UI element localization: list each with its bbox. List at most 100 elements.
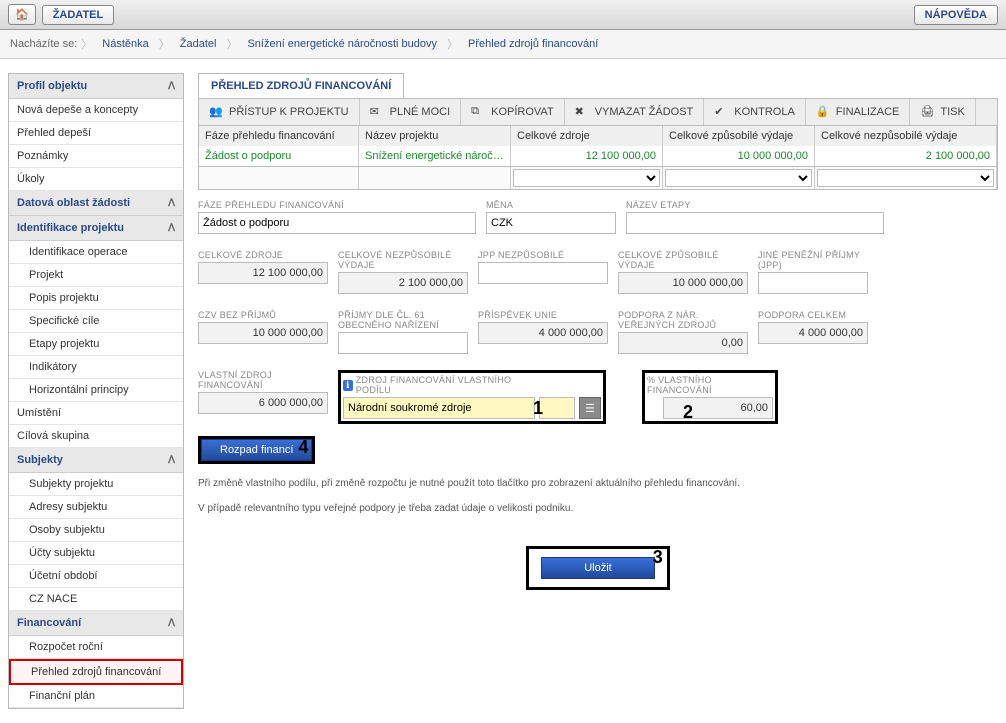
tb-kopirovat[interactable]: ⧉KOPÍROVAT <box>461 99 565 125</box>
home-button[interactable]: 🏠 <box>8 4 36 25</box>
side-popis[interactable]: Popis projektu <box>9 287 183 310</box>
inp-mena[interactable] <box>486 212 616 234</box>
tb-finalizace[interactable]: 🔒FINALIZACE <box>806 99 911 125</box>
inp-cnv <box>338 272 468 294</box>
side-hdr-ident[interactable]: Identifikace projektuᐱ <box>9 216 183 241</box>
lbl-cz: CELKOVÉ ZDROJE <box>198 250 328 260</box>
list-icon: ☰ <box>585 402 595 415</box>
inp-zfvp[interactable] <box>343 397 535 419</box>
side-etapy[interactable]: Etapy projektu <box>9 333 183 356</box>
grid-filters <box>198 167 998 190</box>
note-1: Při změně vlastního podílu, při změně ro… <box>198 478 998 489</box>
inp-pc <box>758 322 868 344</box>
info-icon: ℹ <box>343 380 353 391</box>
print-icon: 🖨 <box>920 105 934 119</box>
mark-3: 3 <box>653 547 663 568</box>
inp-cz <box>198 262 328 284</box>
lbl-pc: PODPORA CELKEM <box>758 310 868 320</box>
tb-tisk[interactable]: 🖨TISK <box>910 99 975 125</box>
side-subj-proj[interactable]: Subjekty projektu <box>9 473 183 496</box>
inp-jppn[interactable] <box>478 262 608 284</box>
zadatel-button[interactable]: ŽADATEL <box>42 5 115 25</box>
side-poznamky[interactable]: Poznámky <box>9 145 183 168</box>
gh-faze: Fáze přehledu financování <box>199 126 359 146</box>
crumb-nastenka[interactable]: Nástěnka <box>96 38 154 50</box>
side-cile[interactable]: Specifické cíle <box>9 310 183 333</box>
gh-nazev: Název projektu <box>359 126 511 146</box>
note-2: V případě relevantního typu veřejné podp… <box>198 503 998 514</box>
grid-row[interactable]: Žádost o podporu Snížení energetické nár… <box>198 146 998 167</box>
home-icon: 🏠 <box>15 9 29 21</box>
crumb-label: Nacházíte se: <box>10 38 77 50</box>
chevron-up-icon: ᐱ <box>168 81 175 92</box>
filter-cnv[interactable] <box>817 169 994 187</box>
inp-p61[interactable] <box>338 332 468 354</box>
side-adresy[interactable]: Adresy subjektu <box>9 496 183 519</box>
inp-jpp[interactable] <box>758 272 868 294</box>
tb-plnemoci[interactable]: ✉PLNÉ MOCI <box>360 99 462 125</box>
gh-czv: Celkové způsobilé výdaje <box>663 126 815 146</box>
filter-czv[interactable] <box>665 169 812 187</box>
side-prehled-depesi[interactable]: Přehled depeší <box>9 122 183 145</box>
check-icon: ✔ <box>714 105 728 119</box>
crumb-zadatel[interactable]: Žadatel <box>174 38 223 50</box>
breadcrumb: Nacházíte se: 〉Nástěnka 〉Žadatel 〉Snížen… <box>0 30 1006 59</box>
side-nova-depese[interactable]: Nová depeše a koncepty <box>9 99 183 122</box>
box-2: % VLASTNÍHO FINANCOVÁNÍ 2 <box>642 370 778 424</box>
chevron-up-icon: ᐱ <box>168 223 175 234</box>
mark-2: 2 <box>683 402 693 423</box>
side-horiz[interactable]: Horizontální principy <box>9 379 183 402</box>
box-1: ℹZDROJ FINANCOVÁNÍ VLASTNÍHO PODÍLU 1 ☰ <box>338 370 606 424</box>
tb-vymazat[interactable]: ✖VYMAZAT ŽÁDOST <box>565 99 705 125</box>
chevron-up-icon: ᐱ <box>168 618 175 629</box>
side-prehled-zdroju[interactable]: Přehled zdrojů financování <box>9 659 183 685</box>
side-rozpocet[interactable]: Rozpočet roční <box>9 636 183 659</box>
inp-faze[interactable] <box>198 212 476 234</box>
side-ucetni[interactable]: Účetní období <box>9 565 183 588</box>
side-hdr-profil[interactable]: Profil objektuᐱ <box>9 74 183 99</box>
side-hdr-subjekty[interactable]: Subjektyᐱ <box>9 448 183 473</box>
lbl-etapa: NÁZEV ETAPY <box>626 200 884 210</box>
toolbar: 👥PŘÍSTUP K PROJEKTU ✉PLNÉ MOCI ⧉KOPÍROVA… <box>198 99 998 126</box>
napoveda-button[interactable]: NÁPOVĚDA <box>914 5 998 25</box>
gh-cnv: Celkové nezpůsobilé výdaje <box>815 126 997 146</box>
grid-header: Fáze přehledu financování Název projektu… <box>198 126 998 146</box>
copy-icon: ⧉ <box>471 105 485 119</box>
ulozit-button[interactable]: Uložit <box>541 557 655 579</box>
side-cznace[interactable]: CZ NACE <box>9 588 183 611</box>
inp-pu <box>478 322 608 344</box>
inp-zfvp-code[interactable] <box>539 397 575 419</box>
filter-cz[interactable] <box>513 169 660 187</box>
side-umisteni[interactable]: Umístění <box>9 402 183 425</box>
lbl-czv: CELKOVÉ ZPŮSOBILÉ VÝDAJE <box>618 250 748 270</box>
side-cilova[interactable]: Cílová skupina <box>9 425 183 448</box>
side-finplan[interactable]: Finanční plán <box>9 685 183 708</box>
crumb-projekt[interactable]: Snížení energetické náročnosti budovy <box>241 38 443 50</box>
gr-cnv: 2 100 000,00 <box>815 146 997 166</box>
inp-etapa[interactable] <box>626 212 884 234</box>
side-ukoly[interactable]: Úkoly <box>9 168 183 191</box>
lbl-pvf: % VLASTNÍHO FINANCOVÁNÍ <box>647 375 773 395</box>
side-ident-operace[interactable]: Identifikace operace <box>9 241 183 264</box>
sidebar: Profil objektuᐱ Nová depeše a koncepty P… <box>8 73 184 709</box>
side-indikatory[interactable]: Indikátory <box>9 356 183 379</box>
lbl-jppn: JPP NEZPŮSOBILÉ <box>478 250 608 260</box>
lbl-zfvp: ℹZDROJ FINANCOVÁNÍ VLASTNÍHO PODÍLU <box>343 375 535 395</box>
box-3: Uložit 3 <box>526 546 670 590</box>
lbl-pu: PŘÍSPĚVEK UNIE <box>478 310 608 320</box>
side-hdr-fin[interactable]: Financováníᐱ <box>9 611 183 636</box>
lookup-button[interactable]: ☰ <box>579 397 601 419</box>
rozpad-button[interactable]: Rozpad financí <box>201 439 312 461</box>
inp-pvf <box>663 397 773 419</box>
tb-pristup[interactable]: 👥PŘÍSTUP K PROJEKTU <box>199 99 360 125</box>
tb-kontrola[interactable]: ✔KONTROLA <box>704 99 806 125</box>
side-projekt[interactable]: Projekt <box>9 264 183 287</box>
side-osoby[interactable]: Osoby subjektu <box>9 519 183 542</box>
crumb-prehled[interactable]: Přehled zdrojů financování <box>462 38 604 50</box>
gr-faze: Žádost o podporu <box>199 146 359 166</box>
lbl-p61: PŘÍJMY DLE ČL. 61 OBECNÉHO NAŘÍZENÍ <box>338 310 468 330</box>
side-ucty[interactable]: Účty subjektu <box>9 542 183 565</box>
side-hdr-datova[interactable]: Datová oblast žádostiᐱ <box>9 191 183 216</box>
tab-prehled[interactable]: PŘEHLED ZDROJŮ FINANCOVÁNÍ <box>198 73 404 98</box>
envelope-icon: ✉ <box>370 105 384 119</box>
